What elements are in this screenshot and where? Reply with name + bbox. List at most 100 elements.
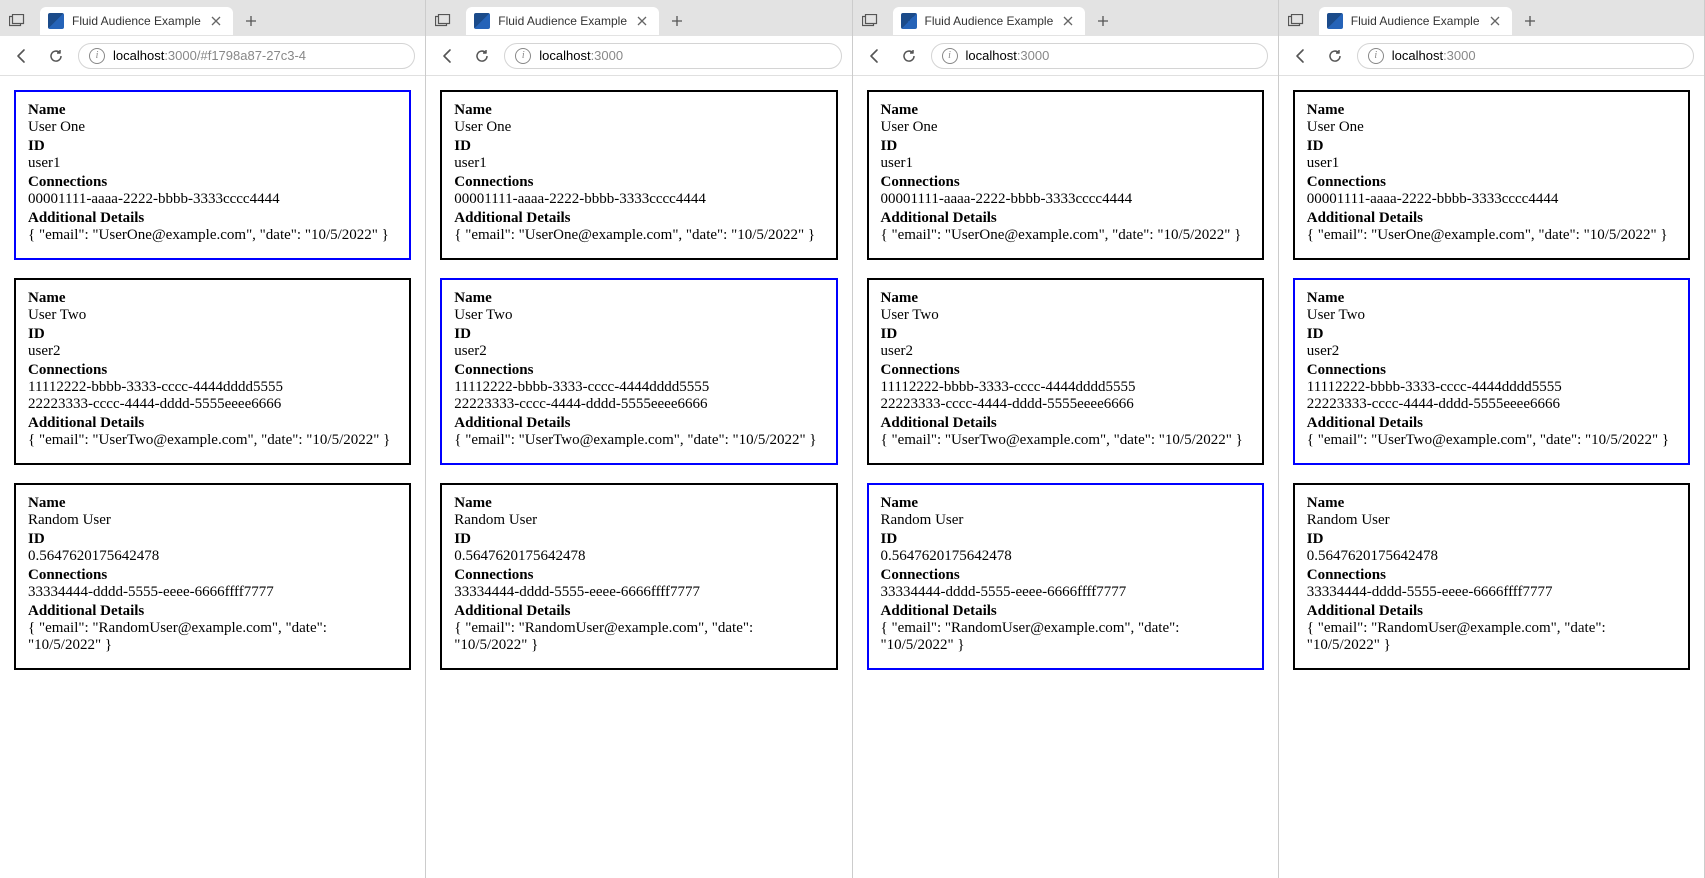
- browser-tab[interactable]: Fluid Audience Example: [40, 7, 233, 35]
- id-label: ID: [1307, 531, 1676, 548]
- close-tab-icon[interactable]: [1061, 14, 1075, 28]
- window-controls-icon[interactable]: [861, 12, 879, 30]
- url-text: localhost:3000: [539, 48, 623, 63]
- window-controls-icon[interactable]: [434, 12, 452, 30]
- name-label: Name: [881, 102, 1250, 119]
- name-value: Random User: [454, 512, 823, 529]
- url-text: localhost:3000: [1392, 48, 1476, 63]
- new-tab-button[interactable]: [1518, 9, 1542, 33]
- browser-tab[interactable]: Fluid Audience Example: [893, 7, 1086, 35]
- favicon-icon: [1327, 13, 1343, 29]
- id-value: 0.5647620175642478: [881, 548, 1250, 565]
- page-content: Name User One ID user1 Connections 00001…: [426, 76, 851, 878]
- connections-label: Connections: [454, 362, 823, 379]
- new-tab-button[interactable]: [665, 9, 689, 33]
- id-label: ID: [28, 531, 397, 548]
- name-value: User Two: [881, 307, 1250, 324]
- user-card-2: Name Random User ID 0.5647620175642478 C…: [867, 483, 1264, 670]
- connections-list: 33334444-dddd-5555-eeee-6666ffff7777: [1307, 584, 1676, 601]
- id-value: user1: [881, 155, 1250, 172]
- close-tab-icon[interactable]: [1488, 14, 1502, 28]
- close-tab-icon[interactable]: [209, 14, 223, 28]
- name-value: User One: [881, 119, 1250, 136]
- info-icon[interactable]: i: [1368, 48, 1384, 64]
- id-label: ID: [1307, 138, 1676, 155]
- connection-value: 22223333-cccc-4444-dddd-5555eeee6666: [454, 396, 823, 413]
- connections-label: Connections: [454, 174, 823, 191]
- back-button[interactable]: [1289, 44, 1313, 68]
- user-card-2: Name Random User ID 0.5647620175642478 C…: [1293, 483, 1690, 670]
- connections-list: 11112222-bbbb-3333-cccc-4444dddd5555 222…: [28, 379, 397, 413]
- new-tab-button[interactable]: [1091, 9, 1115, 33]
- info-icon[interactable]: i: [942, 48, 958, 64]
- connection-value: 00001111-aaaa-2222-bbbb-3333cccc4444: [881, 191, 1250, 208]
- name-value: User Two: [454, 307, 823, 324]
- details-value: { "email": "UserOne@example.com", "date"…: [454, 227, 823, 244]
- browser-tab[interactable]: Fluid Audience Example: [1319, 7, 1512, 35]
- toolbar: i localhost:3000: [426, 36, 851, 76]
- name-label: Name: [28, 290, 397, 307]
- favicon-icon: [48, 13, 64, 29]
- details-value: { "email": "UserTwo@example.com", "date"…: [28, 432, 397, 449]
- browser-window-0: Fluid Audience Example i localhost:3000/…: [0, 0, 426, 878]
- connections-list: 11112222-bbbb-3333-cccc-4444dddd5555 222…: [1307, 379, 1676, 413]
- connection-value: 00001111-aaaa-2222-bbbb-3333cccc4444: [1307, 191, 1676, 208]
- details-label: Additional Details: [1307, 210, 1676, 227]
- connection-value: 11112222-bbbb-3333-cccc-4444dddd5555: [1307, 379, 1676, 396]
- id-value: 0.5647620175642478: [454, 548, 823, 565]
- back-button[interactable]: [863, 44, 887, 68]
- connections-label: Connections: [28, 174, 397, 191]
- connection-value: 33334444-dddd-5555-eeee-6666ffff7777: [28, 584, 397, 601]
- window-controls-icon[interactable]: [1287, 12, 1305, 30]
- reload-button[interactable]: [470, 44, 494, 68]
- id-label: ID: [1307, 326, 1676, 343]
- name-value: User One: [28, 119, 397, 136]
- url-bar[interactable]: i localhost:3000: [504, 43, 841, 69]
- user-card-0: Name User One ID user1 Connections 00001…: [867, 90, 1264, 260]
- browser-tab[interactable]: Fluid Audience Example: [466, 7, 659, 35]
- connections-label: Connections: [881, 567, 1250, 584]
- connection-value: 11112222-bbbb-3333-cccc-4444dddd5555: [881, 379, 1250, 396]
- details-label: Additional Details: [454, 415, 823, 432]
- user-card-0: Name User One ID user1 Connections 00001…: [440, 90, 837, 260]
- details-value: { "email": "UserOne@example.com", "date"…: [28, 227, 397, 244]
- new-tab-button[interactable]: [239, 9, 263, 33]
- tab-bar: Fluid Audience Example: [1279, 0, 1704, 36]
- page-content: Name User One ID user1 Connections 00001…: [853, 76, 1278, 878]
- favicon-icon: [901, 13, 917, 29]
- toolbar: i localhost:3000: [853, 36, 1278, 76]
- user-card-1: Name User Two ID user2 Connections 11112…: [440, 278, 837, 465]
- close-tab-icon[interactable]: [635, 14, 649, 28]
- id-value: user2: [1307, 343, 1676, 360]
- info-icon[interactable]: i: [515, 48, 531, 64]
- connections-label: Connections: [1307, 362, 1676, 379]
- details-value: { "email": "UserOne@example.com", "date"…: [1307, 227, 1676, 244]
- reload-button[interactable]: [44, 44, 68, 68]
- name-value: User One: [454, 119, 823, 136]
- user-card-1: Name User Two ID user2 Connections 11112…: [14, 278, 411, 465]
- connection-value: 22223333-cccc-4444-dddd-5555eeee6666: [1307, 396, 1676, 413]
- name-value: Random User: [881, 512, 1250, 529]
- window-controls-icon[interactable]: [8, 12, 26, 30]
- reload-button[interactable]: [1323, 44, 1347, 68]
- id-label: ID: [881, 326, 1250, 343]
- id-value: user2: [28, 343, 397, 360]
- name-label: Name: [881, 495, 1250, 512]
- connection-value: 11112222-bbbb-3333-cccc-4444dddd5555: [28, 379, 397, 396]
- reload-button[interactable]: [897, 44, 921, 68]
- id-value: user1: [454, 155, 823, 172]
- id-label: ID: [28, 326, 397, 343]
- url-bar[interactable]: i localhost:3000: [931, 43, 1268, 69]
- url-bar[interactable]: i localhost:3000/#f1798a87-27c3-4: [78, 43, 415, 69]
- back-button[interactable]: [10, 44, 34, 68]
- name-label: Name: [881, 290, 1250, 307]
- details-label: Additional Details: [28, 210, 397, 227]
- info-icon[interactable]: i: [89, 48, 105, 64]
- id-label: ID: [881, 138, 1250, 155]
- connections-list: 00001111-aaaa-2222-bbbb-3333cccc4444: [1307, 191, 1676, 208]
- back-button[interactable]: [436, 44, 460, 68]
- connections-list: 33334444-dddd-5555-eeee-6666ffff7777: [881, 584, 1250, 601]
- connection-value: 33334444-dddd-5555-eeee-6666ffff7777: [881, 584, 1250, 601]
- connections-list: 11112222-bbbb-3333-cccc-4444dddd5555 222…: [881, 379, 1250, 413]
- url-bar[interactable]: i localhost:3000: [1357, 43, 1694, 69]
